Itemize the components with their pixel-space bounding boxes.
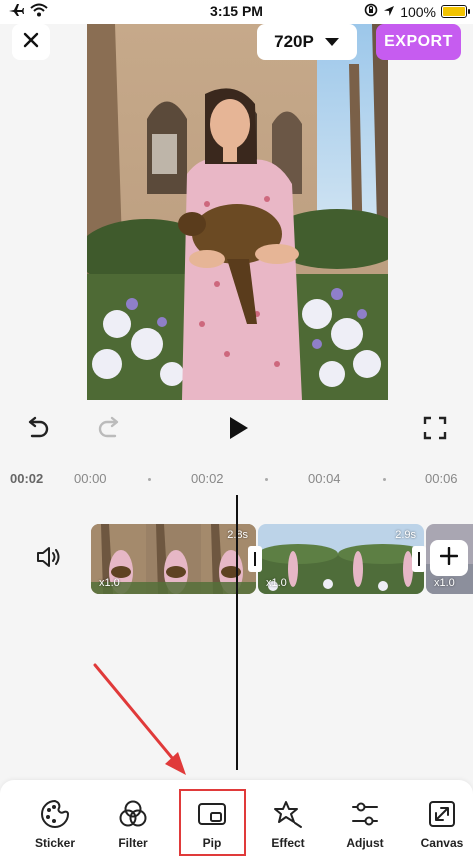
tool-label: Effect (271, 836, 305, 850)
caret-down-icon (324, 32, 340, 52)
ruler-dot (265, 478, 268, 481)
tool-label: Adjust (346, 836, 384, 850)
tool-sticker[interactable]: Sticker (20, 780, 90, 861)
clip-speed: x1.0 (434, 577, 455, 589)
play-button[interactable] (224, 416, 252, 444)
playhead[interactable] (236, 495, 238, 770)
tool-label: Sticker (34, 836, 76, 850)
undo-button[interactable] (23, 416, 51, 444)
clip-duration: 2.9s (395, 529, 416, 541)
orientation-lock-icon (364, 3, 378, 20)
tool-canvas[interactable]: Canvas (407, 780, 473, 861)
add-clip-button[interactable] (430, 540, 468, 576)
video-editor-screen: 3:15 PM 100% 720P EXPORT 00:02 00:00 00:… (0, 0, 473, 861)
redo-icon (97, 416, 123, 445)
ruler-tick: 00:04 (308, 471, 341, 486)
ruler-tick: 00:02 (191, 471, 224, 486)
clip-speed: x1.0 (266, 577, 287, 589)
battery-percent: 100% (400, 3, 436, 20)
effect-star-icon (274, 801, 302, 828)
time-ruler: 00:02 00:00 00:02 00:04 00:06 (0, 466, 473, 490)
tool-pip[interactable]: Pip (177, 780, 247, 861)
resolution-dropdown[interactable]: 720P (257, 24, 357, 60)
adjust-sliders-icon (352, 802, 378, 826)
location-icon (383, 4, 395, 20)
plus-icon (439, 546, 459, 570)
ruler-dot (383, 478, 386, 481)
tool-adjust[interactable]: Adjust (330, 780, 400, 861)
fullscreen-button[interactable] (421, 416, 449, 444)
video-preview[interactable] (87, 24, 388, 400)
undo-icon (24, 416, 50, 445)
fullscreen-icon (423, 416, 447, 445)
video-clip-1[interactable]: 2.8s x1.0 (91, 524, 256, 594)
tool-filter[interactable]: Filter (98, 780, 168, 861)
video-clip-2[interactable]: 2.9s x1.0 (258, 524, 424, 594)
status-right: 100% (364, 3, 470, 20)
transition-handle[interactable] (412, 546, 426, 572)
clip-speed: x1.0 (99, 577, 120, 589)
transition-handle[interactable] (248, 546, 262, 572)
tool-label: Pip (202, 836, 222, 850)
status-bar: 3:15 PM 100% (0, 0, 473, 24)
redo-button[interactable] (96, 416, 124, 444)
tool-effect[interactable]: Effect (253, 780, 323, 861)
speaker-icon (36, 546, 62, 573)
battery-icon (441, 5, 470, 18)
audio-toggle-button[interactable] (34, 545, 64, 573)
tool-label: Filter (118, 836, 148, 850)
sticker-icon (41, 800, 69, 828)
close-button[interactable] (12, 24, 50, 60)
pip-icon (198, 803, 226, 825)
current-time: 00:02 (10, 471, 44, 486)
export-button[interactable]: EXPORT (376, 24, 461, 60)
filter-icon (119, 800, 147, 827)
ruler-tick: 00:06 (425, 471, 458, 486)
play-icon (227, 416, 249, 445)
ruler-tick: 00:00 (74, 471, 107, 486)
ruler-dot (148, 478, 151, 481)
tool-label: Canvas (420, 836, 464, 850)
close-icon (23, 32, 39, 53)
canvas-resize-icon (429, 801, 455, 827)
bottom-toolbar: Sticker Filter Pip Effect Adjust Canvas (0, 780, 473, 861)
resolution-label: 720P (274, 32, 314, 51)
